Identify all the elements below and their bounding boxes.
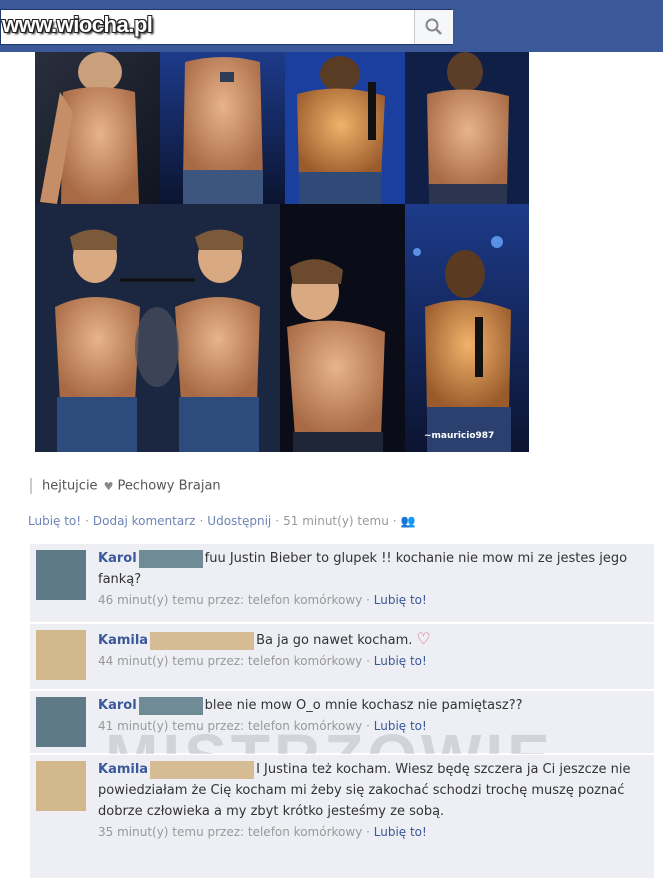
add-comment-link[interactable]: Dodaj komentarz xyxy=(93,514,196,528)
comment-like-link[interactable]: Lubię to! xyxy=(374,825,427,839)
comment-author[interactable]: Kamila xyxy=(98,633,148,648)
comment-author[interactable]: Kamila xyxy=(98,762,148,777)
comment-meta: 35 minut(y) temu przez: telefon komórkow… xyxy=(98,825,427,839)
comment-item: Kamila Ba ja go nawet kocham. ♡ 44 minut(y… xyxy=(30,623,654,689)
story-page-link[interactable]: Pechowy Brajan xyxy=(117,479,220,494)
photo-credit: ~mauricio987 xyxy=(424,431,495,441)
post-actions: Lubię to! · Dodaj komentarz · Udostępnij · 51 … xyxy=(28,514,416,528)
comment-like-link[interactable]: Lubię to! xyxy=(374,593,427,607)
comment-timestamp: 44 minut(y) temu przez: telefon komórkow… xyxy=(98,654,363,668)
redacted-name xyxy=(150,631,255,650)
heart-icon: ♥ xyxy=(103,479,114,493)
comment-like-link[interactable]: Lubię to! xyxy=(374,654,427,668)
like-link[interactable]: Lubię to! xyxy=(28,514,81,528)
post-timestamp[interactable]: 51 minut(y) temu xyxy=(283,514,389,528)
story-line: hejtujcie ♥ Pechowy Brajan xyxy=(30,478,221,494)
search-icon xyxy=(425,18,442,35)
comment-timestamp: 46 minut(y) temu przez: telefon komórkow… xyxy=(98,593,363,607)
redacted-name xyxy=(150,760,255,779)
redacted-name xyxy=(138,696,203,715)
share-link[interactable]: Udostępnij xyxy=(207,514,271,528)
comment-item: Kamila I Justina też kocham. Wiesz będę s… xyxy=(30,754,654,878)
top-bar: so www.wiocha.pl xyxy=(0,0,663,52)
site-watermark: www.wiocha.pl xyxy=(2,12,153,37)
collage-image xyxy=(35,52,529,452)
search-button[interactable] xyxy=(414,10,453,44)
comment-author[interactable]: Karol xyxy=(98,698,137,713)
comment-timestamp: 35 minut(y) temu przez: telefon komórkow… xyxy=(98,825,363,839)
heart-icon: ♡ xyxy=(416,629,431,648)
avatar[interactable] xyxy=(36,697,86,747)
people-icon: 👥 xyxy=(400,514,416,528)
avatar[interactable] xyxy=(36,761,86,811)
comment-text: blee nie mow O_o mnie kochasz nie pamięt… xyxy=(204,698,523,713)
comment-meta: 44 minut(y) temu przez: telefon komórkow… xyxy=(98,654,427,668)
comment-item: Karol fuu Justin Bieber to glupek !! koch… xyxy=(30,543,654,622)
avatar[interactable] xyxy=(36,630,86,680)
redacted-name xyxy=(138,549,203,568)
comment-author[interactable]: Karol xyxy=(98,551,137,566)
story-source-link[interactable]: hejtujcie xyxy=(42,479,98,494)
comment-text: Ba ja go nawet kocham. xyxy=(256,633,413,648)
divider xyxy=(30,478,32,494)
photo-collage[interactable]: ~mauricio987 xyxy=(35,52,529,452)
avatar[interactable] xyxy=(36,550,86,600)
comment-meta: 46 minut(y) temu przez: telefon komórkow… xyxy=(98,593,427,607)
